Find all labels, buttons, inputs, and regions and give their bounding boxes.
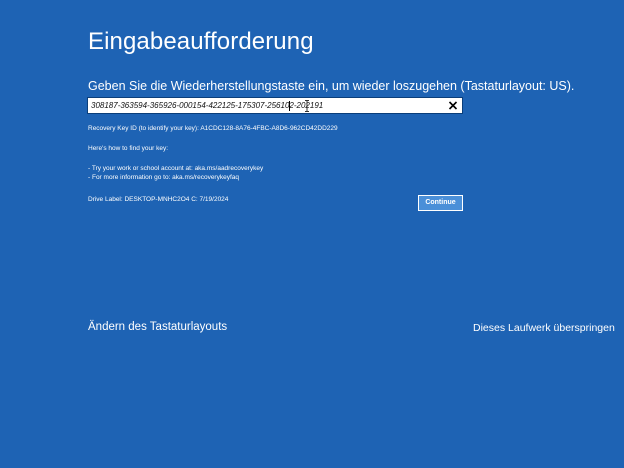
text-caret <box>289 101 290 111</box>
ibeam-cursor-icon <box>305 100 309 112</box>
recovery-key-field-container[interactable] <box>87 97 463 114</box>
skip-drive-link[interactable]: Dieses Laufwerk überspringen <box>473 322 615 334</box>
continue-button[interactable]: Continue <box>418 195 463 211</box>
recovery-key-input[interactable] <box>91 98 441 113</box>
page-title: Eingabeaufforderung <box>88 28 314 55</box>
how-to-find-heading: Here's how to find your key: <box>88 145 168 152</box>
change-keyboard-layout-link[interactable]: Ändern des Tastaturlayouts <box>88 321 227 333</box>
hint-more-info: - For more information go to: aka.ms/rec… <box>88 174 240 181</box>
recovery-key-prompt: Geben Sie die Wiederherstellungstaste ei… <box>88 79 575 93</box>
recovery-key-id: Recovery Key ID (to identify your key): … <box>88 125 338 132</box>
drive-label: Drive Label: DESKTOP-MNHC2O4 C: 7/19/202… <box>88 196 229 203</box>
close-icon[interactable] <box>447 99 459 112</box>
hint-work-account: - Try your work or school account at: ak… <box>88 165 264 172</box>
